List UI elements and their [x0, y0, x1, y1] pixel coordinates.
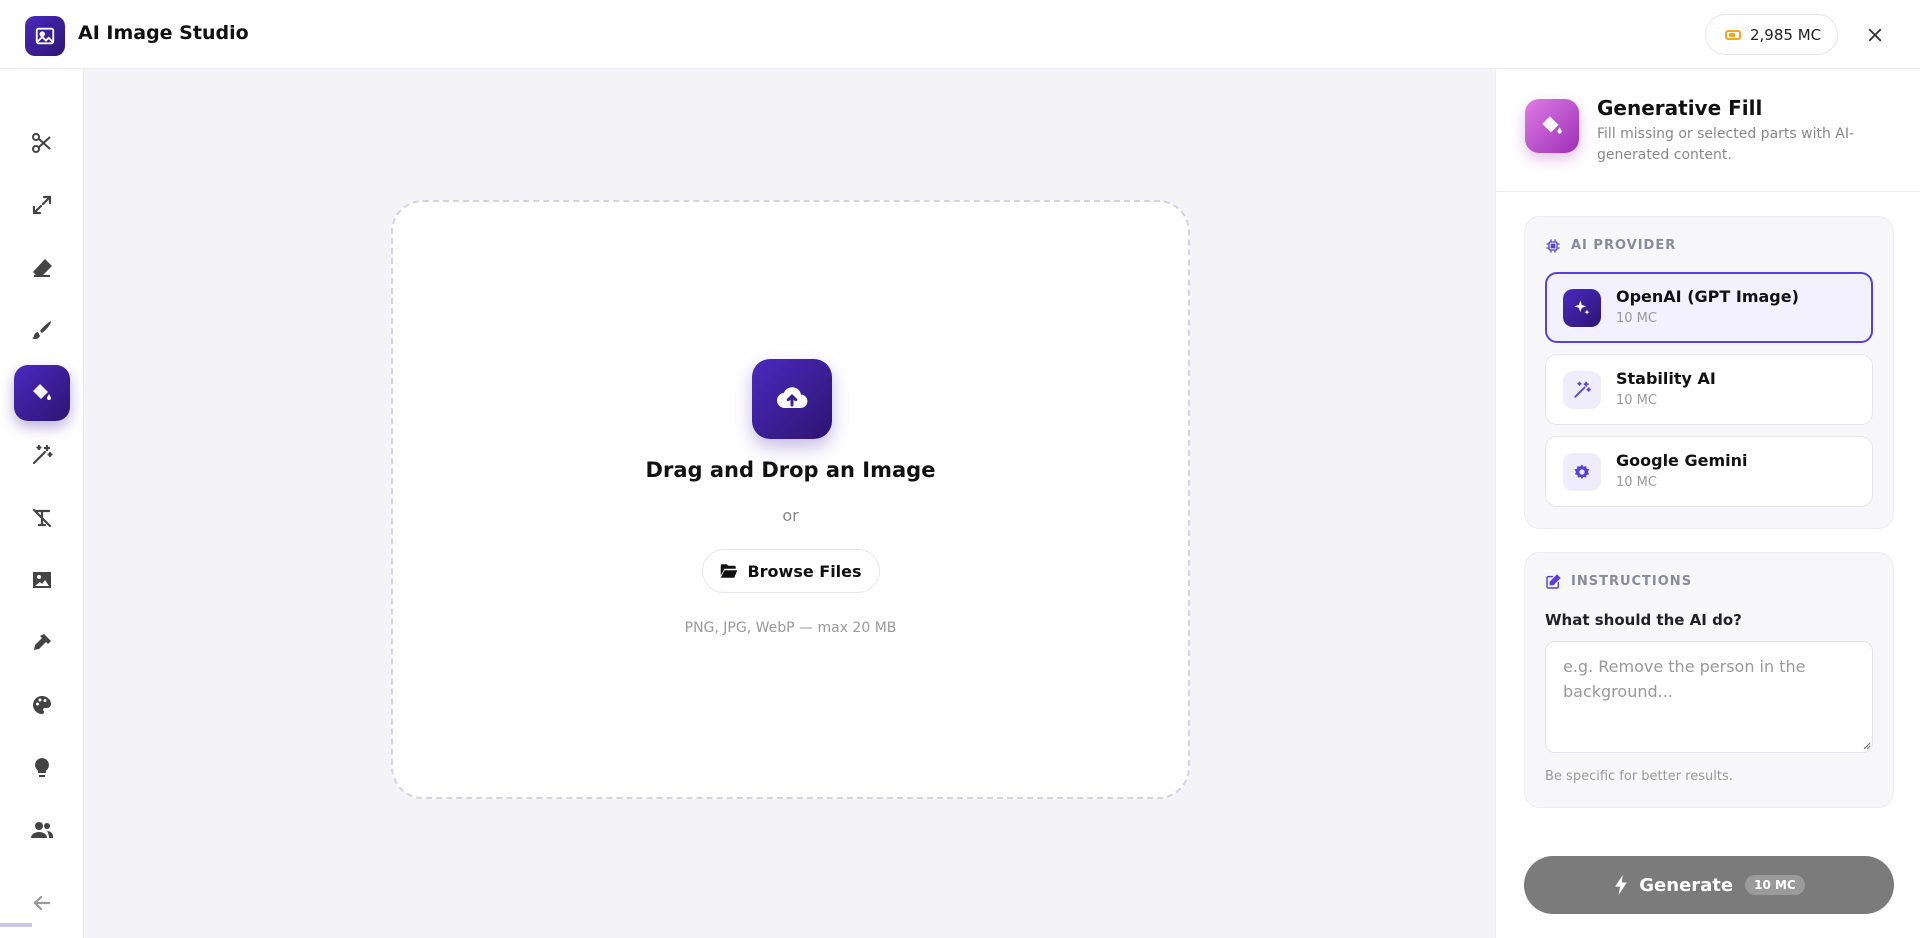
- generate-button[interactable]: Generate 10 MC: [1524, 856, 1894, 914]
- users-icon: [31, 822, 53, 838]
- arrow-left-icon: [33, 895, 51, 911]
- folder-open-icon: [721, 564, 738, 578]
- remove-text-icon: [32, 508, 52, 528]
- magic-wand-icon: [32, 444, 53, 465]
- upload-badge: [752, 359, 832, 439]
- provider-name: Google Gemini: [1616, 451, 1748, 470]
- paint-bucket-icon: [1542, 116, 1562, 134]
- provider-name: Stability AI: [1616, 369, 1716, 388]
- ai-provider-card: AI PROVIDER OpenAI (GPT Image) 10 MC Sta…: [1524, 216, 1894, 529]
- sparkles-icon: [1574, 300, 1590, 315]
- tool-image[interactable]: [14, 552, 70, 608]
- instructions-input[interactable]: [1545, 641, 1873, 753]
- close-icon: [1868, 28, 1882, 42]
- panel-subtitle: Fill missing or selected parts with AI-g…: [1597, 126, 1855, 163]
- tool-magic[interactable]: [14, 427, 70, 483]
- close-button[interactable]: [1860, 20, 1890, 50]
- generate-cost-badge: 10 MC: [1745, 875, 1805, 895]
- dropzone-title: Drag and Drop an Image: [645, 458, 936, 482]
- image-icon: [33, 572, 51, 588]
- tool-ideas[interactable]: [14, 740, 70, 796]
- dropzone-hint: PNG, JPG, WebP — max 20 MB: [684, 620, 897, 636]
- browse-files-button[interactable]: Browse Files: [702, 549, 880, 593]
- provider-cost: 10 MC: [1616, 393, 1657, 408]
- image-dropzone[interactable]: Drag and Drop an Image or Browse Files P…: [391, 200, 1190, 799]
- app-header: AI Image Studio 2,985 MC: [0, 0, 1920, 69]
- provider-gemini-badge: [1563, 453, 1601, 491]
- panel-title: Generative Fill: [1597, 96, 1763, 120]
- tool-brush[interactable]: [14, 302, 70, 358]
- coin-icon: [1725, 29, 1741, 40]
- magic-wand-icon: [1574, 381, 1591, 398]
- paint-bucket-icon: [33, 384, 51, 400]
- tool-palette[interactable]: [14, 677, 70, 733]
- ai-provider-label: AI PROVIDER: [1571, 238, 1677, 253]
- settings-panel: Generative Fill Fill missing or selected…: [1495, 69, 1920, 938]
- palette-icon: [33, 696, 51, 714]
- tool-users[interactable]: [14, 802, 70, 858]
- provider-cost: 10 MC: [1616, 475, 1657, 490]
- cloud-upload-icon: [777, 387, 808, 409]
- provider-stability[interactable]: Stability AI 10 MC: [1545, 354, 1873, 425]
- dropzone-or: or: [782, 506, 799, 525]
- generate-label: Generate: [1639, 874, 1734, 896]
- edit-icon: [1546, 574, 1561, 589]
- app-title: AI Image Studio: [78, 22, 249, 44]
- instructions-question: What should the AI do?: [1545, 611, 1742, 629]
- tool-pen[interactable]: [14, 615, 70, 671]
- generative-fill-badge: [1525, 99, 1579, 153]
- lightbulb-icon: [35, 758, 49, 777]
- lightning-icon: [1615, 875, 1628, 895]
- credits-badge[interactable]: 2,985 MC: [1705, 14, 1838, 55]
- sidebar-scroll-indicator: [0, 923, 32, 927]
- tool-expand[interactable]: [14, 177, 70, 233]
- image-icon: [35, 27, 55, 45]
- resize-handle-icon[interactable]: [1861, 740, 1871, 750]
- provider-stability-badge: [1563, 371, 1601, 409]
- gear-icon: [1574, 464, 1590, 480]
- scissors-icon: [32, 133, 51, 153]
- tool-eraser[interactable]: [14, 240, 70, 296]
- provider-openai-badge: [1563, 289, 1601, 327]
- brush-icon: [32, 321, 51, 340]
- credits-value: 2,985 MC: [1750, 25, 1822, 44]
- provider-gemini[interactable]: Google Gemini 10 MC: [1545, 436, 1873, 507]
- provider-name: OpenAI (GPT Image): [1616, 287, 1799, 306]
- instructions-hint: Be specific for better results.: [1545, 769, 1733, 784]
- tool-remove-text[interactable]: [14, 490, 70, 546]
- eraser-icon: [33, 259, 52, 277]
- browse-files-label: Browse Files: [747, 561, 862, 581]
- chip-icon: [1546, 239, 1560, 253]
- tool-scissors[interactable]: [14, 115, 70, 171]
- instructions-card: INSTRUCTIONS What should the AI do? Be s…: [1524, 552, 1894, 808]
- provider-openai[interactable]: OpenAI (GPT Image) 10 MC: [1545, 272, 1873, 343]
- panel-header: Generative Fill Fill missing or selected…: [1496, 69, 1920, 192]
- tool-generative-fill[interactable]: [14, 365, 70, 421]
- tool-sidebar: [0, 69, 84, 938]
- app-logo: [25, 16, 65, 56]
- instructions-label: INSTRUCTIONS: [1571, 574, 1693, 589]
- expand-icon: [32, 195, 52, 215]
- provider-cost: 10 MC: [1616, 311, 1657, 326]
- pen-nib-icon: [34, 634, 51, 650]
